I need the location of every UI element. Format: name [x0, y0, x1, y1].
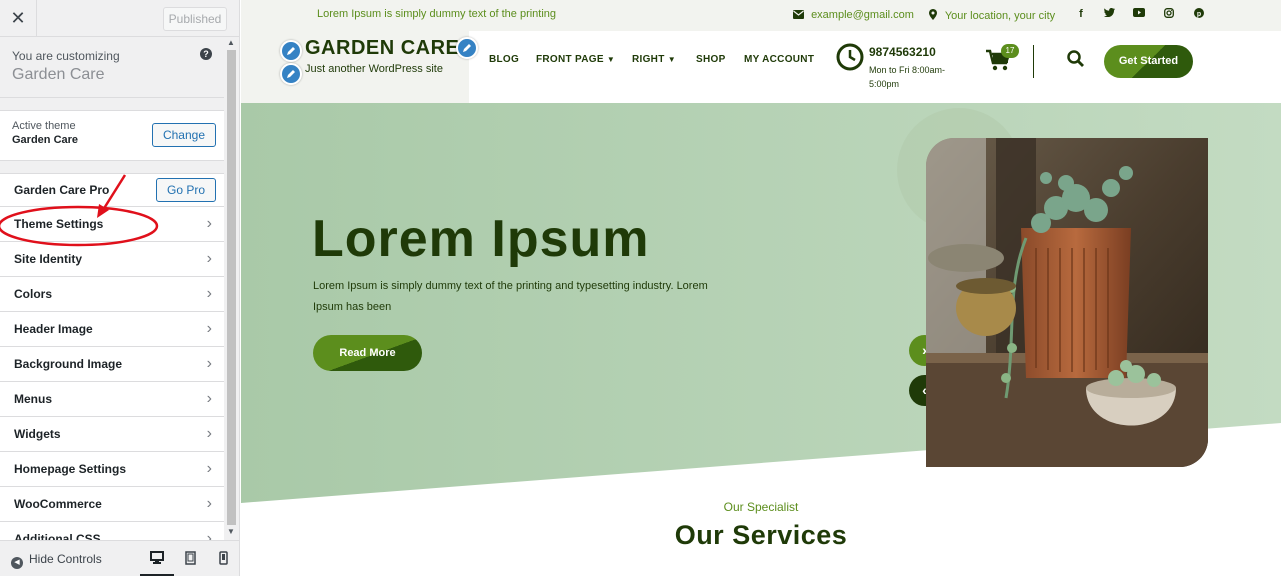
- section-label: Header Image: [14, 322, 93, 336]
- section-site-identity[interactable]: Site Identity ›: [0, 242, 224, 277]
- section-label: Site Identity: [14, 252, 83, 266]
- location-pin-icon: [929, 9, 945, 22]
- phone-hours: Mon to Fri 8:00am-5:00pm: [869, 65, 946, 89]
- caret-down-icon: ▼: [606, 55, 616, 64]
- chevron-right-icon: ›: [206, 530, 212, 540]
- customizing-label: You are customizing: [12, 49, 120, 63]
- change-theme-button[interactable]: Change: [151, 123, 216, 147]
- section-label: Theme Settings: [14, 217, 104, 231]
- section-label: Homepage Settings: [14, 462, 127, 476]
- location-text: Your location, your city: [944, 10, 1056, 22]
- close-icon[interactable]: ✕: [0, 0, 37, 37]
- section-widgets[interactable]: Widgets ›: [0, 417, 224, 452]
- topbar-location[interactable]: Your location, your city: [929, 9, 1055, 22]
- chevron-right-icon: ›: [206, 250, 212, 267]
- pinterest-icon[interactable]: p: [1193, 8, 1205, 22]
- chevron-right-icon: ›: [206, 390, 212, 407]
- instagram-icon[interactable]: [1163, 8, 1175, 22]
- section-label: Colors: [14, 287, 53, 301]
- topbar-email[interactable]: example@gmail.com: [793, 9, 914, 21]
- desktop-preview-icon[interactable]: [140, 541, 174, 576]
- published-button[interactable]: Published: [163, 7, 227, 31]
- collapse-icon: ◀: [11, 557, 23, 569]
- pro-label: Garden Care Pro: [14, 183, 110, 197]
- customizer-sidebar: ✕ Published You are customizing Garden C…: [0, 0, 240, 576]
- pro-section: Garden Care Pro Go Pro: [0, 173, 224, 207]
- hero-plant-image: [926, 138, 1208, 467]
- mobile-preview-icon[interactable]: [206, 541, 239, 576]
- chevron-right-icon: ›: [206, 320, 212, 337]
- chevron-right-icon: ›: [206, 285, 212, 302]
- hero-title: Lorem Ipsum: [312, 210, 650, 268]
- edit-pencil-icon[interactable]: [456, 37, 478, 59]
- help-icon[interactable]: ?: [200, 48, 212, 60]
- section-theme-settings[interactable]: Theme Settings ›: [0, 207, 224, 242]
- twitter-icon[interactable]: [1103, 8, 1115, 22]
- scroll-down-icon[interactable]: ▼: [227, 527, 235, 536]
- topbar: Lorem Ipsum is simply dummy text of the …: [241, 0, 1281, 31]
- edit-pencil-icon[interactable]: [280, 40, 302, 62]
- site-preview: Lorem Ipsum is simply dummy text of the …: [241, 0, 1281, 576]
- get-started-button[interactable]: Get Started: [1104, 45, 1193, 78]
- services-title: Our Services: [674, 520, 848, 550]
- tablet-preview-icon[interactable]: [173, 541, 207, 576]
- go-pro-button[interactable]: Go Pro: [155, 178, 216, 202]
- site-logo-title[interactable]: GARDEN CARE: [305, 37, 459, 60]
- site-name: Garden Care: [12, 66, 105, 83]
- hide-controls-label: Hide Controls: [29, 552, 102, 566]
- site-logo-subtitle: Just another WordPress site: [305, 63, 443, 75]
- phone-number[interactable]: 9874563210: [869, 45, 936, 59]
- read-more-button[interactable]: Read More: [313, 335, 422, 371]
- chevron-right-icon: ›: [206, 215, 212, 232]
- email-text: example@gmail.com: [811, 9, 914, 21]
- caret-down-icon: ▼: [667, 55, 676, 64]
- cart-count-badge: 17: [1001, 44, 1019, 58]
- facebook-icon[interactable]: f: [1075, 8, 1087, 22]
- customizer-footer: ◀ Hide Controls: [0, 540, 239, 576]
- youtube-icon[interactable]: [1133, 8, 1145, 22]
- chevron-right-icon: ›: [206, 460, 212, 477]
- hide-controls-button[interactable]: ◀ Hide Controls: [11, 552, 102, 569]
- section-homepage-settings[interactable]: Homepage Settings ›: [0, 452, 224, 487]
- nav-label: RIGHT: [632, 54, 665, 65]
- nav-blog[interactable]: BLOG: [489, 54, 519, 65]
- section-list: Theme Settings › Site Identity › Colors …: [0, 207, 224, 540]
- customizing-info: You are customizing Garden Care ?: [0, 38, 224, 98]
- hero-description: Lorem Ipsum is simply dummy text of the …: [313, 280, 708, 313]
- chevron-right-icon: ›: [206, 495, 212, 512]
- mail-icon: [793, 9, 811, 21]
- customizer-panel: You are customizing Garden Care ? Active…: [0, 38, 224, 540]
- section-colors[interactable]: Colors ›: [0, 277, 224, 312]
- nav-right[interactable]: RIGHT ▼: [632, 54, 676, 65]
- nav-front-page[interactable]: FRONT PAGE ▼: [536, 54, 615, 65]
- section-header-image[interactable]: Header Image ›: [0, 312, 224, 347]
- customizer-header: ✕ Published: [0, 0, 239, 37]
- section-label: Background Image: [14, 357, 123, 371]
- scrollbar-thumb[interactable]: [227, 50, 236, 525]
- search-icon[interactable]: [1067, 50, 1084, 72]
- section-additional-css[interactable]: Additional CSS ›: [0, 522, 224, 540]
- scroll-up-icon[interactable]: ▲: [227, 38, 235, 47]
- section-background-image[interactable]: Background Image ›: [0, 347, 224, 382]
- section-menus[interactable]: Menus ›: [0, 382, 224, 417]
- section-label: Additional CSS: [14, 532, 101, 540]
- section-label: Menus: [14, 392, 53, 406]
- topbar-tagline: Lorem Ipsum is simply dummy text of the …: [317, 8, 557, 20]
- chevron-right-icon: ›: [206, 355, 212, 372]
- nav-shop[interactable]: SHOP: [696, 54, 726, 65]
- edit-pencil-icon[interactable]: [280, 63, 302, 85]
- chevron-right-icon: ›: [206, 425, 212, 442]
- svg-text:p: p: [1197, 11, 1201, 18]
- nav-my-account[interactable]: MY ACCOUNT: [744, 54, 814, 65]
- active-theme-section: Active theme Garden Care Change: [0, 110, 224, 161]
- sidebar-scrollbar[interactable]: ▲ ▼: [224, 38, 239, 540]
- nav-label: FRONT PAGE: [536, 54, 604, 65]
- clock-icon: [836, 43, 864, 76]
- section-woocommerce[interactable]: WooCommerce ›: [0, 487, 224, 522]
- header-divider: [1033, 45, 1034, 78]
- section-label: Widgets: [14, 427, 61, 441]
- services-subtitle: Our Specialist: [723, 500, 799, 514]
- section-label: WooCommerce: [14, 497, 102, 511]
